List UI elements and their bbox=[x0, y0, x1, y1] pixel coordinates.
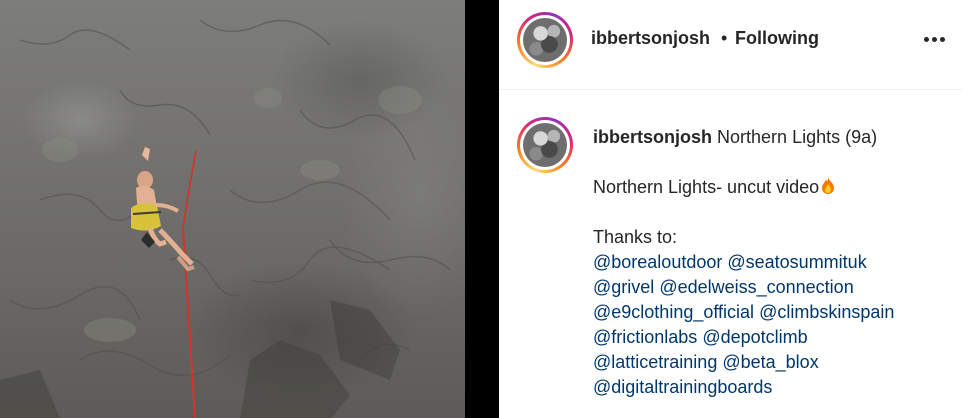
mention-link[interactable]: @depotclimb bbox=[702, 327, 807, 347]
mention-link[interactable]: @grivel bbox=[593, 277, 654, 297]
separator-dot: • bbox=[721, 28, 728, 48]
mention-link[interactable]: @beta_blox bbox=[722, 352, 818, 372]
caption-avatar[interactable] bbox=[517, 117, 573, 173]
mention-link[interactable]: @e9clothing_official bbox=[593, 302, 754, 322]
post-media-video[interactable] bbox=[0, 0, 465, 418]
rock-wall-image bbox=[0, 19, 451, 418]
caption-username-link[interactable]: ibbertsonjosh bbox=[593, 127, 712, 147]
post-caption: ibbertsonjosh Northern Lights (9a) North… bbox=[593, 125, 953, 400]
mention-link[interactable]: @latticetraining bbox=[593, 352, 717, 372]
thanks-label: Thanks to: bbox=[593, 227, 678, 247]
avatar bbox=[523, 123, 567, 167]
caption-section: ibbertsonjosh Northern Lights (9a) North… bbox=[499, 91, 962, 418]
header-username-link[interactable]: ibbertsonjosh bbox=[591, 28, 710, 49]
more-options-icon[interactable] bbox=[919, 26, 949, 52]
story-avatar[interactable] bbox=[517, 12, 573, 68]
mention-link[interactable]: @frictionlabs bbox=[593, 327, 697, 347]
post-header: ibbertsonjosh • Following bbox=[499, 0, 962, 90]
mention-link[interactable]: @seatosummituk bbox=[727, 252, 866, 272]
media-border bbox=[465, 0, 499, 418]
mention-link[interactable]: @climbskinspain bbox=[759, 302, 894, 322]
mention-link[interactable]: @edelweiss_connection bbox=[659, 277, 853, 297]
avatar bbox=[523, 18, 567, 62]
fire-icon bbox=[822, 177, 835, 194]
caption-line: Northern Lights- uncut video bbox=[593, 177, 820, 197]
post-detail-panel: ibbertsonjosh • Following ibbertsonjosh … bbox=[499, 0, 962, 418]
mention-link[interactable]: @borealoutdoor bbox=[593, 252, 722, 272]
following-button[interactable]: Following bbox=[735, 28, 819, 49]
mention-link[interactable]: @digitaltrainingboards bbox=[593, 377, 772, 397]
caption-title: Northern Lights (9a) bbox=[717, 127, 878, 147]
